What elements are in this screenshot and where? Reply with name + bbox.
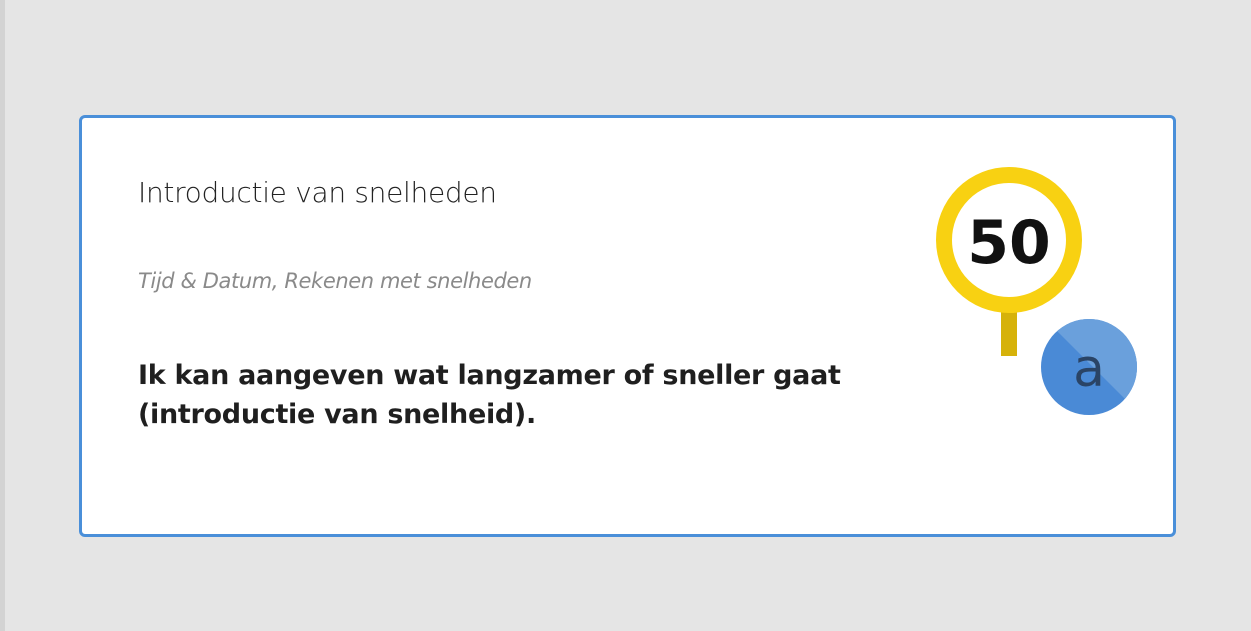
badge-text: a [1073,339,1105,399]
level-badge-icon: a [1041,319,1137,415]
speed-sign-icon: 50 a [936,167,1137,415]
lesson-title: Introductie van snelheden [138,176,497,209]
left-edge-strip [0,0,5,631]
learning-goal: Ik kan aangeven wat langzamer of sneller… [138,360,841,430]
sign-text: 50 [967,208,1051,278]
lesson-card[interactable]: Introductie van snelheden Tijd & Datum, … [79,115,1176,537]
sign-post [1001,310,1017,356]
lesson-tags: Tijd & Datum, Rekenen met snelheden [138,269,532,293]
